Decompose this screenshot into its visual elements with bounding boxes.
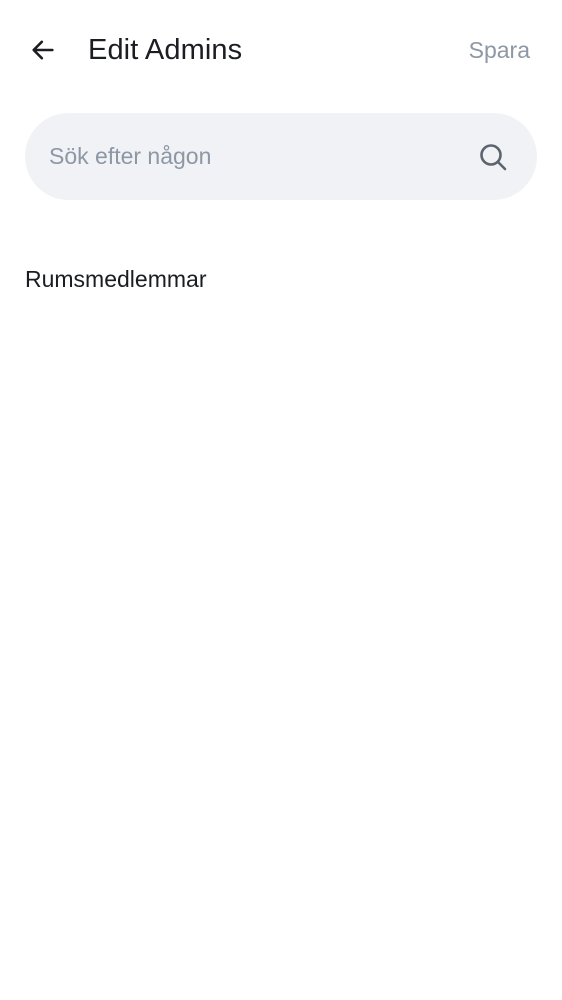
save-button[interactable]: Spara <box>469 34 530 66</box>
page-title: Edit Admins <box>88 34 243 66</box>
back-button[interactable] <box>22 29 64 71</box>
search-icon[interactable] <box>477 141 509 173</box>
search-box[interactable] <box>25 113 537 200</box>
edit-admins-screen: Edit Admins Spara Rumsmedlemmar <box>0 0 562 1000</box>
top-bar: Edit Admins Spara <box>0 0 562 100</box>
room-members-heading: Rumsmedlemmar <box>25 266 207 292</box>
arrow-left-icon <box>32 40 54 60</box>
search-input[interactable] <box>49 113 449 200</box>
